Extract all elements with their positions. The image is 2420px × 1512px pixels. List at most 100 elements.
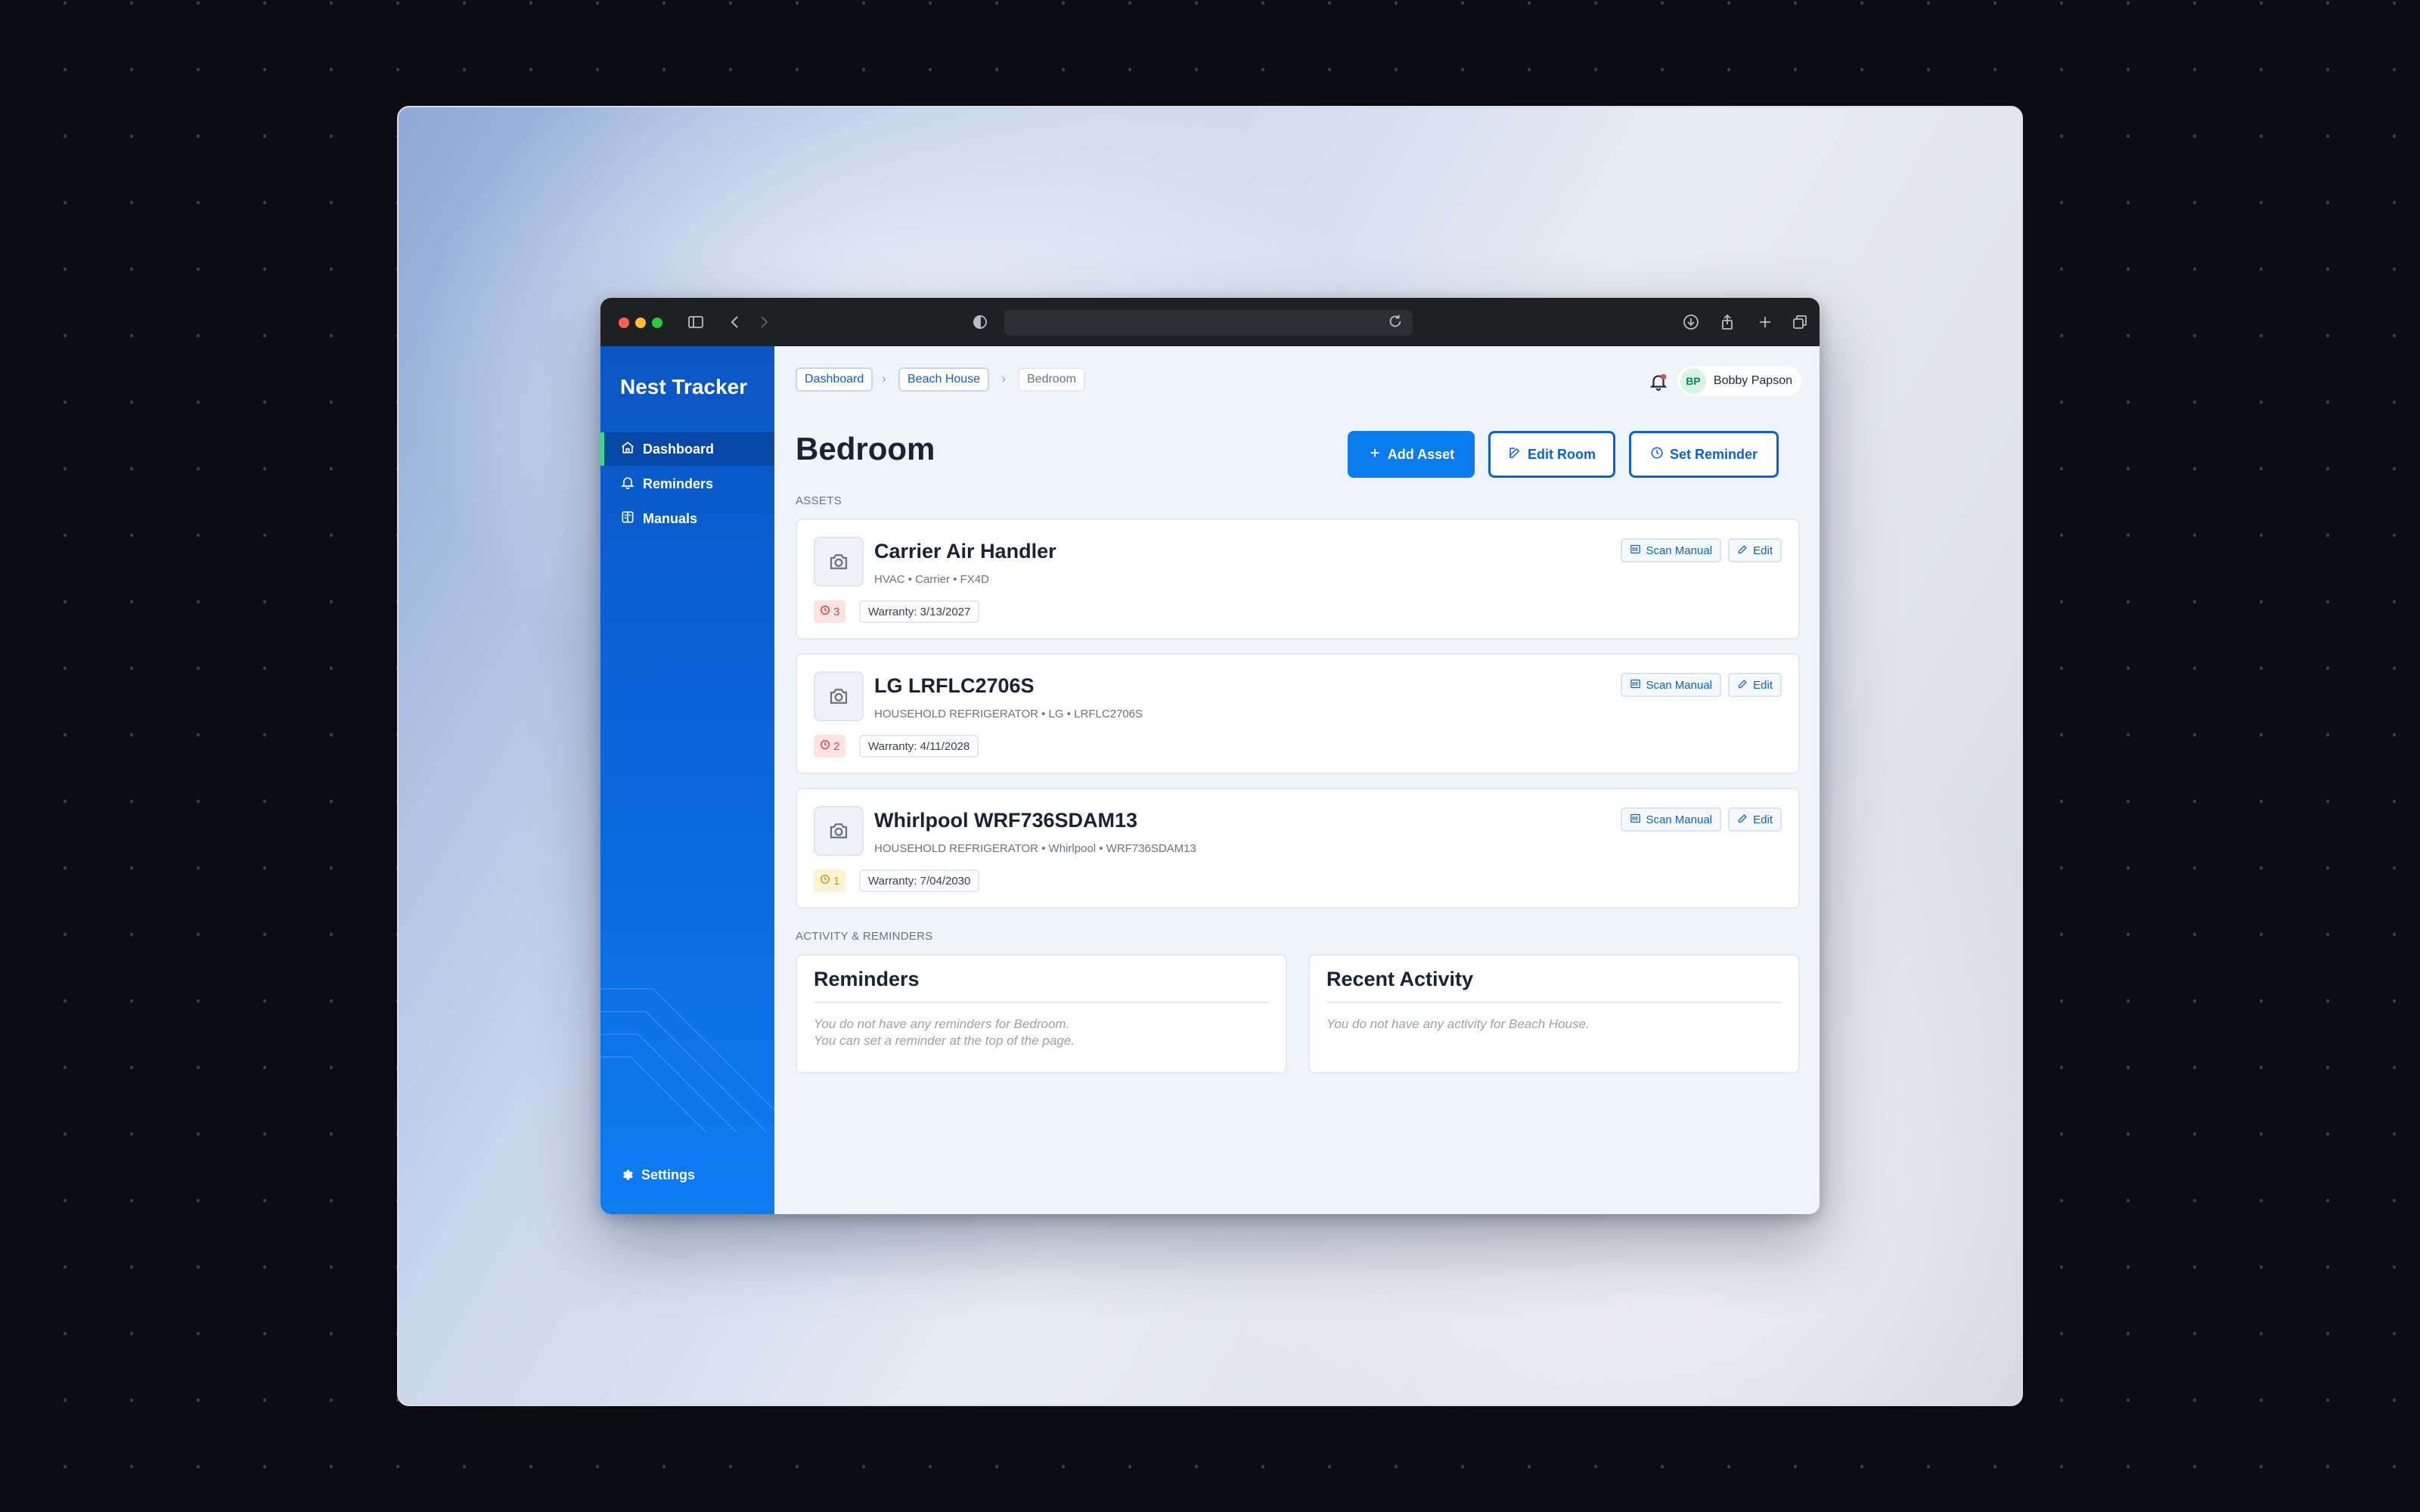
clock-icon [820, 874, 830, 888]
back-icon[interactable] [724, 311, 746, 333]
add-asset-button[interactable]: Add Asset [1348, 431, 1475, 478]
sidebar-item-manuals[interactable]: Manuals [600, 502, 774, 535]
edit-asset-button[interactable]: Edit [1728, 807, 1782, 832]
asset-card[interactable]: Whirlpool WRF736SDAM13 HOUSEHOLD REFRIGE… [796, 788, 1800, 909]
user-menu[interactable]: BP Bobby Papson [1677, 366, 1801, 396]
main-content: Dashboard › Beach House › Bedroom BP Bob… [774, 346, 1820, 1214]
set-reminder-button[interactable]: Set Reminder [1629, 431, 1779, 478]
chevron-right-icon: › [882, 371, 886, 386]
edit-label: Edit [1753, 544, 1773, 557]
reminder-count-badge[interactable]: 2 [814, 735, 846, 758]
asset-name[interactable]: Whirlpool WRF736SDAM13 [874, 809, 1137, 832]
gear-icon [620, 1167, 634, 1184]
reminders-panel: Reminders You do not have any reminders … [796, 954, 1287, 1074]
sidebar-item-label: Manuals [643, 510, 698, 526]
recent-activity-title: Recent Activity [1326, 968, 1782, 1003]
camera-icon[interactable] [814, 671, 864, 721]
asset-meta: HOUSEHOLD REFRIGERATOR • Whirlpool • WRF… [874, 842, 1196, 855]
reminders-empty-line2: You can set a reminder at the top of the… [814, 1033, 1075, 1048]
chevron-right-icon: › [1001, 371, 1006, 386]
minimize-window-button[interactable] [635, 318, 646, 328]
app-brand[interactable]: Nest Tracker [620, 375, 747, 399]
edit-room-button[interactable]: Edit Room [1488, 431, 1615, 478]
asset-name[interactable]: Carrier Air Handler [874, 540, 1056, 563]
reminder-count-badge[interactable]: 3 [814, 600, 846, 623]
barcode-icon [1630, 678, 1641, 692]
asset-meta: HOUSEHOLD REFRIGERATOR • LG • LRFLC2706S [874, 708, 1143, 720]
warranty-badge: Warranty: 4/11/2028 [859, 735, 979, 758]
sidebar-item-dashboard[interactable]: Dashboard [600, 432, 774, 466]
reminder-count: 2 [833, 739, 840, 753]
recent-activity-panel: Recent Activity You do not have any acti… [1308, 954, 1800, 1074]
browser-window: Nest Tracker Dashboard Reminders Manuals [600, 298, 1820, 1214]
sidebar-item-reminders[interactable]: Reminders [600, 467, 774, 500]
bell-icon [620, 475, 635, 494]
scan-manual-button[interactable]: Scan Manual [1621, 538, 1721, 562]
activity-empty-line1: You do not have any activity for Beach H… [1326, 1017, 1590, 1031]
reload-icon[interactable] [1387, 313, 1404, 330]
reminders-panel-title: Reminders [814, 968, 1269, 1003]
edit-asset-button[interactable]: Edit [1728, 538, 1782, 562]
decorative-lines [600, 988, 774, 1132]
avatar: BP [1680, 368, 1706, 394]
reminder-count-badge[interactable]: 1 [814, 869, 846, 892]
reminder-count: 1 [833, 874, 840, 888]
tab-overview-icon[interactable] [1789, 311, 1810, 333]
maximize-window-button[interactable] [652, 318, 662, 328]
asset-meta: HVAC • Carrier • FX4D [874, 573, 989, 586]
breadcrumb-current: Bedroom [1018, 367, 1085, 392]
activity-section-label: ACTIVITY & REMINDERS [796, 930, 933, 943]
asset-name[interactable]: LG LRFLC2706S [874, 674, 1035, 698]
add-asset-label: Add Asset [1387, 446, 1455, 462]
page-title: Bedroom [796, 431, 935, 466]
asset-card[interactable]: LG LRFLC2706S HOUSEHOLD REFRIGERATOR • L… [796, 653, 1800, 774]
settings-button[interactable]: Settings [620, 1167, 695, 1184]
scan-manual-button[interactable]: Scan Manual [1621, 673, 1721, 697]
reminder-count: 3 [833, 605, 840, 618]
edit-label: Edit [1753, 813, 1773, 826]
camera-icon[interactable] [814, 806, 864, 856]
camera-icon[interactable] [814, 537, 864, 587]
browser-titlebar [600, 298, 1820, 346]
edit-icon [1508, 446, 1522, 463]
scan-manual-button[interactable]: Scan Manual [1621, 807, 1721, 832]
download-icon[interactable] [1680, 311, 1702, 333]
close-window-button[interactable] [619, 318, 629, 328]
warranty-badge: Warranty: 7/04/2030 [859, 869, 980, 892]
settings-label: Settings [641, 1167, 696, 1182]
sidebar-item-label: Dashboard [643, 441, 715, 457]
scan-manual-label: Scan Manual [1646, 544, 1712, 557]
edit-label: Edit [1753, 678, 1773, 692]
breadcrumb-dashboard[interactable]: Dashboard [796, 367, 873, 392]
user-name: Bobby Papson [1713, 374, 1792, 387]
edit-asset-button[interactable]: Edit [1728, 673, 1782, 697]
reminders-empty-text: You do not have any reminders for Bedroo… [814, 1016, 1075, 1049]
edit-room-label: Edit Room [1528, 446, 1596, 462]
home-icon [620, 440, 635, 459]
address-bar[interactable] [1004, 310, 1413, 336]
barcode-icon [1630, 544, 1641, 558]
share-icon[interactable] [1717, 311, 1738, 333]
sidebar: Nest Tracker Dashboard Reminders Manuals [600, 346, 774, 1214]
sidebar-toggle-icon[interactable] [685, 311, 706, 333]
warranty-badge: Warranty: 3/13/2027 [859, 600, 980, 623]
assets-section-label: ASSETS [796, 494, 842, 507]
book-icon [620, 510, 635, 528]
edit-icon [1737, 678, 1748, 692]
clock-icon [820, 605, 830, 618]
privacy-shield-icon[interactable] [970, 311, 991, 333]
asset-card[interactable]: Carrier Air Handler HVAC • Carrier • FX4… [796, 519, 1800, 640]
new-tab-icon[interactable] [1754, 311, 1776, 333]
forward-icon[interactable] [753, 311, 774, 333]
breadcrumb-beach-house[interactable]: Beach House [898, 367, 990, 392]
clock-icon [820, 739, 830, 753]
clock-icon [1650, 446, 1664, 463]
scan-manual-label: Scan Manual [1646, 678, 1712, 692]
activity-empty-text: You do not have any activity for Beach H… [1326, 1016, 1590, 1033]
sidebar-item-label: Reminders [643, 476, 714, 491]
scan-manual-label: Scan Manual [1646, 813, 1712, 826]
edit-icon [1737, 544, 1748, 558]
set-reminder-label: Set Reminder [1669, 446, 1758, 462]
barcode-icon [1630, 813, 1641, 827]
notification-bell-icon[interactable] [1649, 372, 1668, 392]
